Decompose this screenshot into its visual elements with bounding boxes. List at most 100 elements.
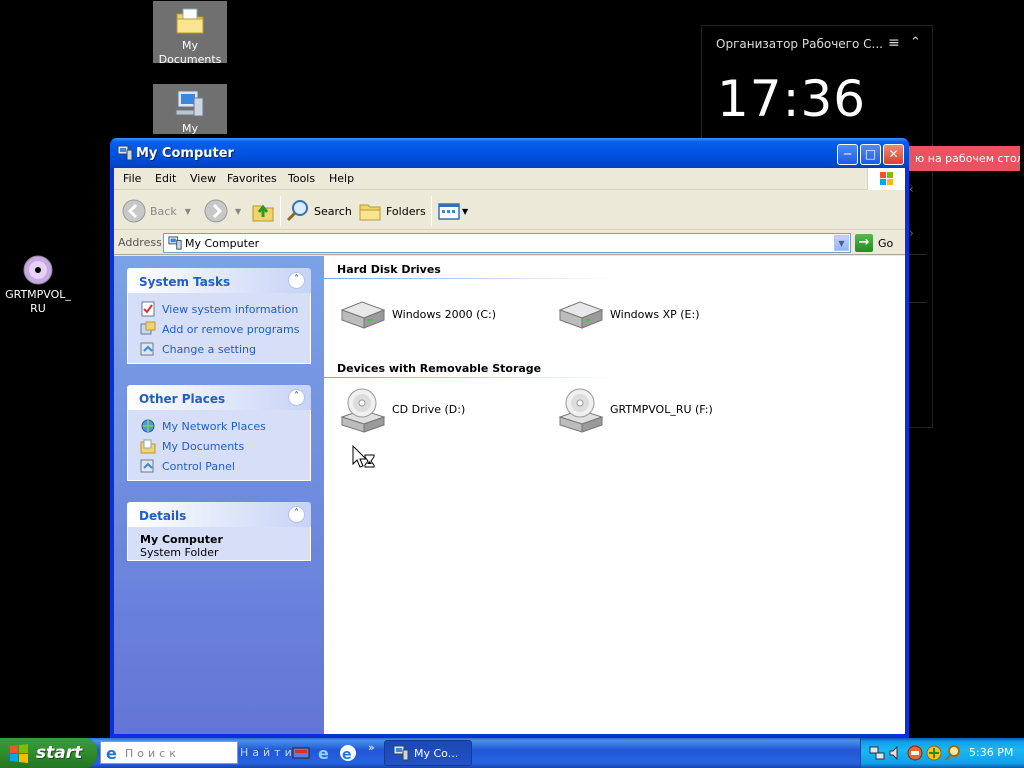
system-tray: 5:36 PM (860, 738, 1024, 768)
window-client: File Edit View Favorites Tools Help Back… (114, 168, 905, 734)
views-icon (437, 199, 461, 223)
forward-dropdown-icon[interactable]: ▼ (235, 207, 241, 216)
task-change-setting[interactable]: Change a setting (140, 339, 310, 359)
task-add-remove-programs[interactable]: Add or remove programs (140, 319, 310, 339)
place-my-network-places[interactable]: My Network Places (140, 416, 310, 436)
control-panel-icon (140, 458, 156, 474)
forward-button[interactable]: ▼ (204, 196, 241, 226)
toolbar: Back ▼ ▼ Search Folders ▼ (114, 191, 905, 230)
tray-clock[interactable]: 5:36 PM (969, 746, 1013, 759)
toolbar-separator (431, 196, 432, 226)
address-input[interactable]: My Computer ▼ (163, 233, 851, 253)
desktop-icon-my-documents[interactable]: My Documents (153, 1, 227, 66)
search-icon[interactable] (945, 745, 961, 761)
place-label: My Documents (162, 439, 245, 453)
collapse-icon[interactable]: ⌃ (910, 35, 921, 50)
group-header-hard-disks: Hard Disk Drives (337, 263, 441, 276)
collapse-chevron-icon[interactable]: ˄ (288, 272, 305, 289)
desktop-icon-my-computer[interactable]: My Computer (153, 84, 227, 149)
title-bar[interactable]: My Computer ─ □ ✕ (110, 138, 909, 168)
show-desktop-icon[interactable] (292, 744, 310, 762)
taskbar-button-my-computer[interactable]: My Co... (384, 740, 472, 766)
menu-file[interactable]: File (123, 172, 141, 185)
collapse-chevron-icon[interactable]: ˄ (288, 389, 305, 406)
back-button[interactable]: Back ▼ (122, 196, 191, 226)
network-icon[interactable] (869, 745, 885, 761)
volume-icon[interactable] (888, 745, 904, 761)
menu-bar: File Edit View Favorites Tools Help (114, 168, 905, 190)
task-view-system-info[interactable]: View system information (140, 299, 310, 319)
desktop-icon-label: My Documents (158, 39, 222, 66)
minimize-button[interactable]: ─ (837, 144, 858, 165)
maximize-button[interactable]: □ (860, 144, 881, 165)
svg-text:e: e (318, 744, 329, 762)
group-divider (324, 377, 614, 378)
toolbar-separator (280, 196, 281, 226)
task-label: Change a setting (162, 342, 256, 356)
system-tasks-header[interactable]: System Tasks ˄ (127, 268, 311, 293)
internet-explorer-icon[interactable]: e (339, 744, 357, 763)
windows-flag-icon (8, 743, 30, 763)
windows-logo-icon (867, 168, 905, 190)
svg-text:e: e (342, 747, 352, 762)
back-dropdown-icon[interactable]: ▼ (185, 207, 191, 216)
desktop-icon-label: GRTMPVOL_RU (5, 288, 71, 315)
menu-tools[interactable]: Tools (288, 172, 315, 185)
other-places-header[interactable]: Other Places ˄ (127, 385, 311, 410)
menu-view[interactable]: View (190, 172, 216, 185)
internet-explorer-icon[interactable]: e (316, 744, 334, 763)
taskbar-search-input[interactable]: e Поиск (100, 741, 238, 764)
antivirus-icon[interactable] (907, 745, 923, 761)
search-placeholder: Поиск (125, 747, 180, 760)
widget-clock: 17:36 (717, 70, 867, 128)
my-computer-window: My Computer ─ □ ✕ File Edit View Favorit… (110, 138, 909, 738)
system-tasks-title: System Tasks (139, 275, 231, 289)
go-label: Go (878, 236, 894, 250)
close-button[interactable]: ✕ (883, 144, 904, 165)
start-button[interactable]: start (0, 738, 97, 768)
details-title: Details (139, 509, 187, 523)
find-button[interactable]: Найти (240, 746, 296, 759)
views-button[interactable]: ▼ (437, 196, 468, 226)
drive-f[interactable]: GRTMPVOL_RU (F:) (556, 387, 713, 433)
folders-icon (358, 199, 382, 223)
menu-favorites[interactable]: Favorites (227, 172, 277, 185)
views-dropdown-icon[interactable]: ▼ (462, 207, 468, 216)
up-folder-button[interactable] (251, 196, 279, 226)
drive-e[interactable]: Windows XP (E:) (556, 292, 700, 336)
my-computer-icon (393, 745, 409, 761)
widget-arrow-icon[interactable]: ‹ (909, 182, 914, 196)
quick-launch-expand-icon[interactable]: » (368, 741, 375, 754)
folders-button[interactable]: Folders (358, 196, 426, 226)
back-label: Back (150, 204, 177, 218)
busy-cursor-icon (352, 444, 376, 471)
address-bar: Address My Computer ▼ → Go (114, 231, 905, 255)
widget-title: Организатор Рабочего С... (716, 37, 883, 51)
collapse-chevron-icon[interactable]: ˄ (288, 506, 305, 523)
start-label: start (36, 743, 83, 763)
cd-drive-icon (556, 387, 606, 433)
other-places-panel: Other Places ˄ My Network Places My Docu… (127, 385, 311, 481)
drive-c[interactable]: Windows 2000 (C:) (338, 292, 496, 336)
desktop-icon-grtmpvol[interactable]: GRTMPVOL_RU (0, 250, 76, 316)
search-button[interactable]: Search (286, 196, 352, 226)
system-tasks-panel: System Tasks ˄ View system information A… (127, 268, 311, 364)
search-label: Search (314, 204, 352, 218)
group-header-removable: Devices with Removable Storage (337, 362, 542, 375)
svg-text:e: e (106, 744, 121, 762)
place-label: Control Panel (162, 459, 235, 473)
menu-edit[interactable]: Edit (155, 172, 176, 185)
drive-d[interactable]: CD Drive (D:) (338, 387, 465, 433)
address-dropdown-icon[interactable]: ▼ (834, 235, 849, 251)
my-computer-icon (117, 145, 133, 161)
place-my-documents[interactable]: My Documents (140, 436, 310, 456)
menu-help[interactable]: Help (329, 172, 354, 185)
details-type: System Folder (140, 546, 219, 559)
update-icon[interactable] (926, 745, 942, 761)
place-control-panel[interactable]: Control Panel (140, 456, 310, 476)
hamburger-menu-icon[interactable]: ≡ (888, 35, 900, 51)
details-header[interactable]: Details ˄ (127, 502, 311, 527)
go-button[interactable]: → Go (855, 234, 893, 252)
widget-arrow-icon[interactable]: › (909, 226, 914, 240)
content-pane: Hard Disk Drives Windows 2000 (C:) Windo… (324, 256, 905, 734)
